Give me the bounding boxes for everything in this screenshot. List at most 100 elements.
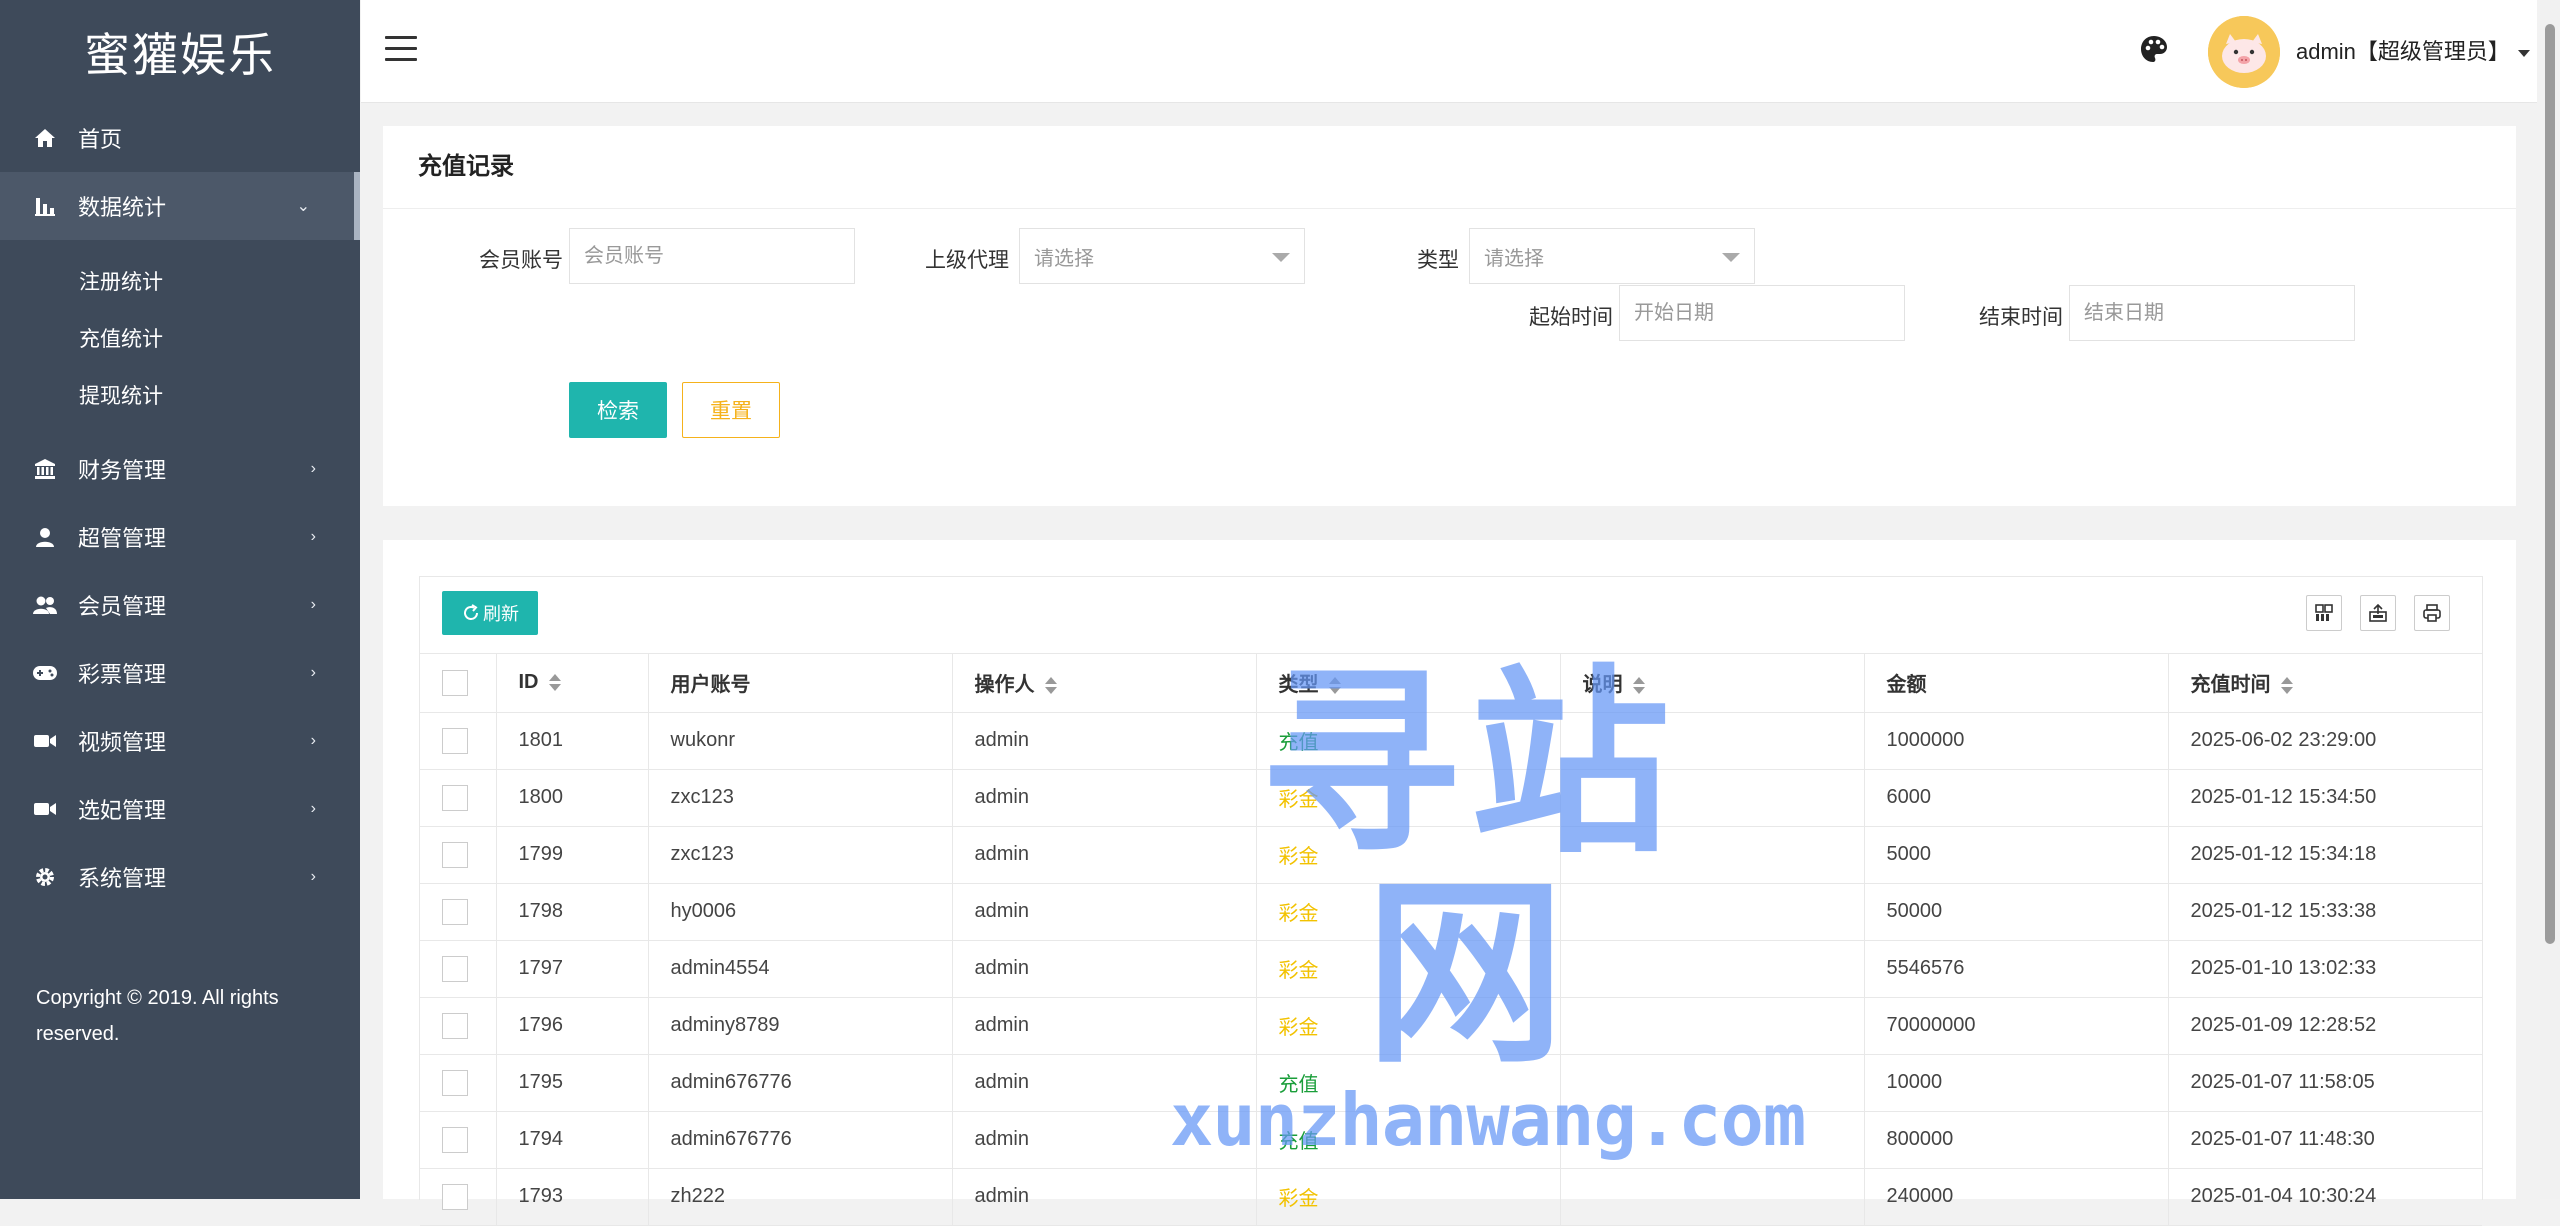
palette-icon[interactable] [2139,34,2171,66]
end-date-input[interactable] [2069,285,2355,341]
chevron-right-icon: › [310,460,316,477]
cell-note [1560,1168,1865,1226]
sidebar-item-label: 数据统计 [78,195,167,220]
row-select-cell [420,940,497,998]
cell-note [1560,883,1865,941]
table-body: 1801 wukonr admin 充值 1000000 2025-06-02 23:29… [420,712,2482,1226]
column-header-note[interactable]: 说明 [1560,654,1865,713]
table-row[interactable]: 1800 zxc123 admin 彩金 6000 2025-01-12 15:34:50 [420,769,2482,827]
cell-type: 彩金 [1256,883,1561,941]
start-time-label: 起始时间 [1529,306,1613,329]
export-icon[interactable] [2360,595,2396,631]
table-row[interactable]: 1798 hy0006 admin 彩金 50000 2025-01-12 15:33:3… [420,883,2482,941]
sidebar-item-members[interactable]: 会员管理 › [0,571,360,639]
cell-time: 2025-01-12 15:33:38 [2168,883,2482,941]
row-checkbox[interactable] [442,1069,468,1096]
row-checkbox[interactable] [442,841,468,868]
row-select-cell [420,1168,497,1226]
row-checkbox[interactable] [442,727,468,754]
select-all-checkbox[interactable] [442,669,468,696]
sidebar-item-superadmin[interactable]: 超管管理 › [0,503,360,571]
cell-amount: 70000000 [1864,997,2169,1055]
start-date-input[interactable] [1619,285,1905,341]
cell-type: 彩金 [1256,940,1561,998]
columns-icon[interactable] [2306,595,2342,631]
row-checkbox[interactable] [442,784,468,811]
sidebar-item-concubine[interactable]: 选妃管理 › [0,775,360,843]
column-header-type[interactable]: 类型 [1256,654,1561,713]
table-header-row: ID 用户账号 操作人 类型 说明 金额 充值时间 [420,654,2482,713]
brand-logo[interactable]: 蜜獾娱乐 [0,0,360,104]
submenu-item-recharge-stats[interactable]: 充值统计 [0,309,360,366]
cell-operator: admin [952,1168,1257,1226]
avatar[interactable] [2208,16,2280,88]
type-select[interactable]: 请选择 [1469,228,1755,284]
refresh-button[interactable]: 刷新 [442,591,538,635]
bar-chart-icon [32,193,58,219]
cell-operator: admin [952,940,1257,998]
table-row[interactable]: 1796 adminy8789 admin 彩金 70000000 2025-01-09 … [420,997,2482,1055]
reset-button[interactable]: 重置 [682,382,780,438]
sort-icon[interactable] [548,673,561,693]
table-row[interactable]: 1795 admin676776 admin 充值 10000 2025-01-07 11… [420,1054,2482,1112]
sidebar-item-label: 财务管理 [78,458,167,483]
table-row[interactable]: 1801 wukonr admin 充值 1000000 2025-06-02 23:29… [420,712,2482,770]
row-checkbox[interactable] [442,898,468,925]
sidebar-item-video[interactable]: 视频管理 › [0,707,360,775]
row-select-cell [420,1111,497,1169]
agent-select[interactable]: 请选择 [1019,228,1305,284]
cell-operator: admin [952,997,1257,1055]
column-header-id[interactable]: ID [496,654,649,713]
refresh-icon [464,604,478,620]
data-table-container: 刷新 ID 用户账号 操作人 类型 说明 金额 充值时间 1801 wukonr… [419,576,2483,1226]
video-camera-icon [32,796,58,822]
column-header-time[interactable]: 充值时间 [2168,654,2482,713]
select-all-cell [420,654,497,713]
sidebar-item-system[interactable]: 系统管理 › [0,843,360,911]
submenu-item-register-stats[interactable]: 注册统计 [0,252,360,309]
sidebar-item-finance[interactable]: 财务管理 › [0,435,360,503]
cell-time: 2025-01-07 11:48:30 [2168,1111,2482,1169]
table-card: 刷新 ID 用户账号 操作人 类型 说明 金额 充值时间 1801 wukonr… [383,540,2516,1226]
table-row[interactable]: 1793 zh222 admin 彩金 240000 2025-01-04 10:30:2… [420,1168,2482,1226]
submenu-item-withdraw-stats[interactable]: 提现统计 [0,366,360,423]
scrollbar-thumb[interactable] [2545,24,2555,944]
user-menu[interactable]: admin【超级管理员】 [2296,34,2530,66]
sidebar-item-stats[interactable]: 数据统计 ⌄ [0,172,360,240]
sort-icon[interactable] [1328,676,1341,696]
sort-icon[interactable] [1632,676,1645,696]
print-icon[interactable] [2414,595,2450,631]
cell-account: admin676776 [648,1111,953,1169]
sort-icon[interactable] [1044,676,1057,696]
cell-operator: admin [952,712,1257,770]
dropdown-arrow-icon [1272,253,1290,262]
table-row[interactable]: 1797 admin4554 admin 彩金 5546576 2025-01-10 13… [420,940,2482,998]
sidebar-item-lottery[interactable]: 彩票管理 › [0,639,360,707]
row-checkbox[interactable] [442,1012,468,1039]
cell-amount: 10000 [1864,1054,2169,1112]
cell-type: 彩金 [1256,997,1561,1055]
users-icon [32,592,58,618]
cell-id: 1798 [496,883,649,941]
row-checkbox[interactable] [442,1183,468,1210]
cell-type: 彩金 [1256,826,1561,884]
column-header-operator[interactable]: 操作人 [952,654,1257,713]
page-scrollbar[interactable] [2540,0,2560,1199]
search-button[interactable]: 检索 [569,382,667,438]
cell-time: 2025-01-09 12:28:52 [2168,997,2482,1055]
table-row[interactable]: 1799 zxc123 admin 彩金 5000 2025-01-12 15:34:18 [420,826,2482,884]
sidebar-item-label: 选妃管理 [78,798,167,823]
recharge-table: ID 用户账号 操作人 类型 说明 金额 充值时间 1801 wukonr admi… [420,654,2482,1226]
menu-icon[interactable] [385,36,417,64]
cell-note [1560,1111,1865,1169]
row-checkbox[interactable] [442,1126,468,1153]
table-row[interactable]: 1794 admin676776 admin 充值 800000 2025-01-07 1… [420,1111,2482,1169]
row-checkbox[interactable] [442,955,468,982]
sidebar-item-home[interactable]: 首页 [0,104,360,172]
sidebar-item-label: 视频管理 [78,730,167,755]
row-select-cell [420,826,497,884]
cell-id: 1794 [496,1111,649,1169]
cell-amount: 6000 [1864,769,2169,827]
member-account-input[interactable] [569,228,855,284]
sort-icon[interactable] [2280,676,2293,696]
